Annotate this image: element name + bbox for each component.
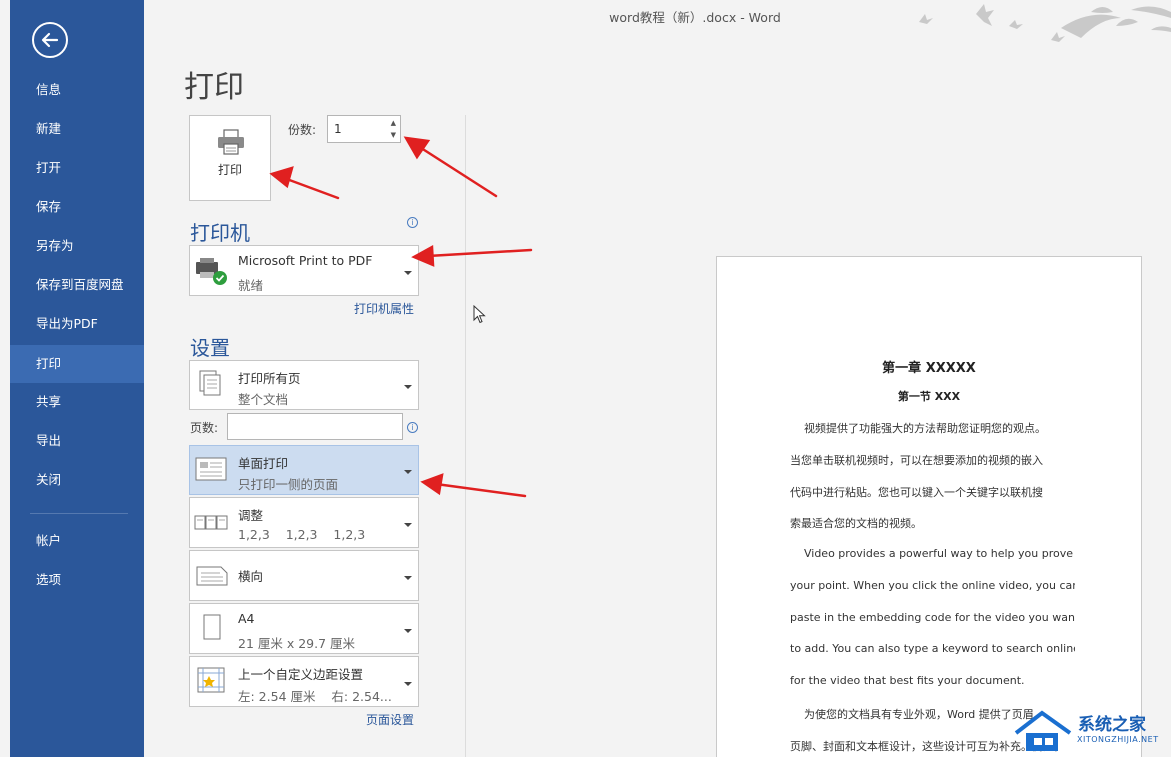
landscape-icon <box>196 566 228 586</box>
printer-heading: 打印机 <box>190 221 250 245</box>
single-sided-icon <box>195 457 227 481</box>
print-button[interactable]: 打印 <box>189 115 271 201</box>
preview-chapter-heading: 第一章 XXXXX <box>882 361 976 376</box>
preview-line: for the video that best fits your docume… <box>790 674 1025 687</box>
pages-label: 页数: <box>190 421 219 435</box>
watermark-subtext: XITONGZHIJIA.NET <box>1077 735 1159 744</box>
all-pages-icon <box>199 370 221 396</box>
chevron-down-icon <box>404 628 412 633</box>
print-sides-title: 单面打印 <box>238 456 289 471</box>
preview-line: Video provides a powerful way to help yo… <box>790 547 1074 560</box>
orientation-dropdown[interactable]: 横向 <box>189 550 419 601</box>
watermark-text: 系统之家 <box>1078 715 1146 735</box>
printer-status: 就绪 <box>238 278 264 293</box>
collate-subtitle: 1,2,3 1,2,3 1,2,3 <box>238 527 366 542</box>
increment-arrow-icon[interactable]: ▲ <box>391 119 396 127</box>
sidebar-item-share[interactable]: 共享 <box>10 383 144 421</box>
custom-margins-icon <box>197 667 225 693</box>
collate-dropdown[interactable]: 调整 1,2,3 1,2,3 1,2,3 <box>189 497 419 548</box>
copies-value: 1 <box>334 122 342 136</box>
pane-divider <box>465 115 466 757</box>
paper-size-subtitle: 21 厘米 x 29.7 厘米 <box>238 636 356 651</box>
sidebar-item-close[interactable]: 关闭 <box>10 461 144 499</box>
sidebar-item-account[interactable]: 帐户 <box>10 522 144 560</box>
sidebar-item-info[interactable]: 信息 <box>10 71 144 109</box>
page-setup-link[interactable]: 页面设置 <box>366 711 414 728</box>
printer-icon <box>218 129 244 155</box>
printer-ready-icon <box>196 258 227 285</box>
preview-line: 代码中进行粘贴。您也可以键入一个关键字以联机搜 <box>790 486 1043 499</box>
sidebar-item-export[interactable]: 导出 <box>10 422 144 460</box>
preview-line: 视频提供了功能强大的方法帮助您证明您的观点。 <box>790 422 1046 435</box>
print-sides-subtitle: 只打印一侧的页面 <box>238 477 339 492</box>
chevron-down-icon <box>404 470 412 474</box>
margins-dropdown[interactable]: 上一个自定义边距设置 左: 2.54 厘米 右: 2.54... <box>189 656 419 707</box>
sidebar-item-export-pdf[interactable]: 导出为PDF <box>10 305 144 343</box>
preview-line: paste in the embedding code for the vide… <box>790 611 1075 624</box>
back-arrow-button[interactable] <box>32 22 68 58</box>
page-title: 打印 <box>184 70 244 105</box>
print-range-subtitle: 整个文档 <box>238 392 289 407</box>
preview-line: 索最适合您的文档的视频。 <box>790 517 922 530</box>
preview-line: your point. When you click the online vi… <box>790 579 1075 592</box>
preview-line: 当您单击联机视频时，可以在想要添加的视频的嵌入 <box>790 454 1043 467</box>
copies-label: 份数: <box>288 123 317 137</box>
printer-info-icon[interactable]: i <box>407 217 418 228</box>
copies-stepper[interactable]: 1 ▲ ▼ <box>327 115 401 143</box>
chevron-down-icon <box>404 385 412 389</box>
sidebar-divider <box>30 513 128 514</box>
settings-heading: 设置 <box>190 336 230 360</box>
window-title: word教程（新）.docx - Word <box>609 10 781 25</box>
chevron-down-icon <box>404 575 412 580</box>
sidebar-item-print[interactable]: 打印 <box>10 345 144 383</box>
decrement-arrow-icon[interactable]: ▼ <box>391 131 396 139</box>
print-sides-dropdown[interactable]: 单面打印 只打印一侧的页面 <box>189 445 419 495</box>
print-range-title: 打印所有页 <box>238 371 301 386</box>
backstage-sidebar: 信息 新建 打开 保存 另存为 保存到百度网盘 导出为PDF 打印 共享 导出 … <box>10 0 144 757</box>
sidebar-item-new[interactable]: 新建 <box>10 110 144 148</box>
sidebar-item-open[interactable]: 打开 <box>10 149 144 187</box>
collate-icon <box>194 515 228 530</box>
title-bar-bird-decoration <box>919 4 1171 42</box>
orientation-title: 横向 <box>238 569 264 584</box>
preview-section-heading: 第一节 XXX <box>897 390 961 403</box>
back-arrow-icon <box>41 32 59 48</box>
print-range-dropdown[interactable]: 打印所有页 整个文档 <box>189 360 419 410</box>
printer-dropdown[interactable]: Microsoft Print to PDF 就绪 <box>189 245 419 296</box>
word-print-backstage: word教程（新）.docx - Word 信息 新建 打开 保存 另存为 保存… <box>0 0 1171 757</box>
mouse-pointer-icon <box>473 305 486 324</box>
sidebar-item-save[interactable]: 保存 <box>10 188 144 226</box>
print-preview-page: 第一章 XXXXX 第一节 XXX 视频提供了功能强大的方法帮助您证明您的观点。… <box>716 256 1142 757</box>
chevron-down-icon <box>404 522 412 527</box>
margins-subtitle: 左: 2.54 厘米 右: 2.54... <box>238 689 392 704</box>
sidebar-item-save-to-baidu[interactable]: 保存到百度网盘 <box>10 266 144 304</box>
watermark-house-logo <box>1014 710 1072 751</box>
paper-size-title: A4 <box>238 611 255 626</box>
collate-title: 调整 <box>238 508 264 523</box>
margins-title: 上一个自定义边距设置 <box>238 667 364 682</box>
chevron-down-icon <box>404 270 412 275</box>
chevron-down-icon <box>404 681 412 686</box>
printer-properties-link[interactable]: 打印机属性 <box>354 300 414 317</box>
pages-input[interactable] <box>227 413 403 440</box>
print-button-label: 打印 <box>217 163 242 177</box>
sidebar-item-options[interactable]: 选项 <box>10 561 144 599</box>
printer-name: Microsoft Print to PDF <box>238 253 373 268</box>
pages-info-icon[interactable]: i <box>407 422 418 433</box>
paper-size-dropdown[interactable]: A4 21 厘米 x 29.7 厘米 <box>189 603 419 654</box>
sidebar-item-save-as[interactable]: 另存为 <box>10 227 144 265</box>
paper-size-icon <box>203 614 221 640</box>
preview-line: to add. You can also type a keyword to s… <box>790 642 1075 655</box>
